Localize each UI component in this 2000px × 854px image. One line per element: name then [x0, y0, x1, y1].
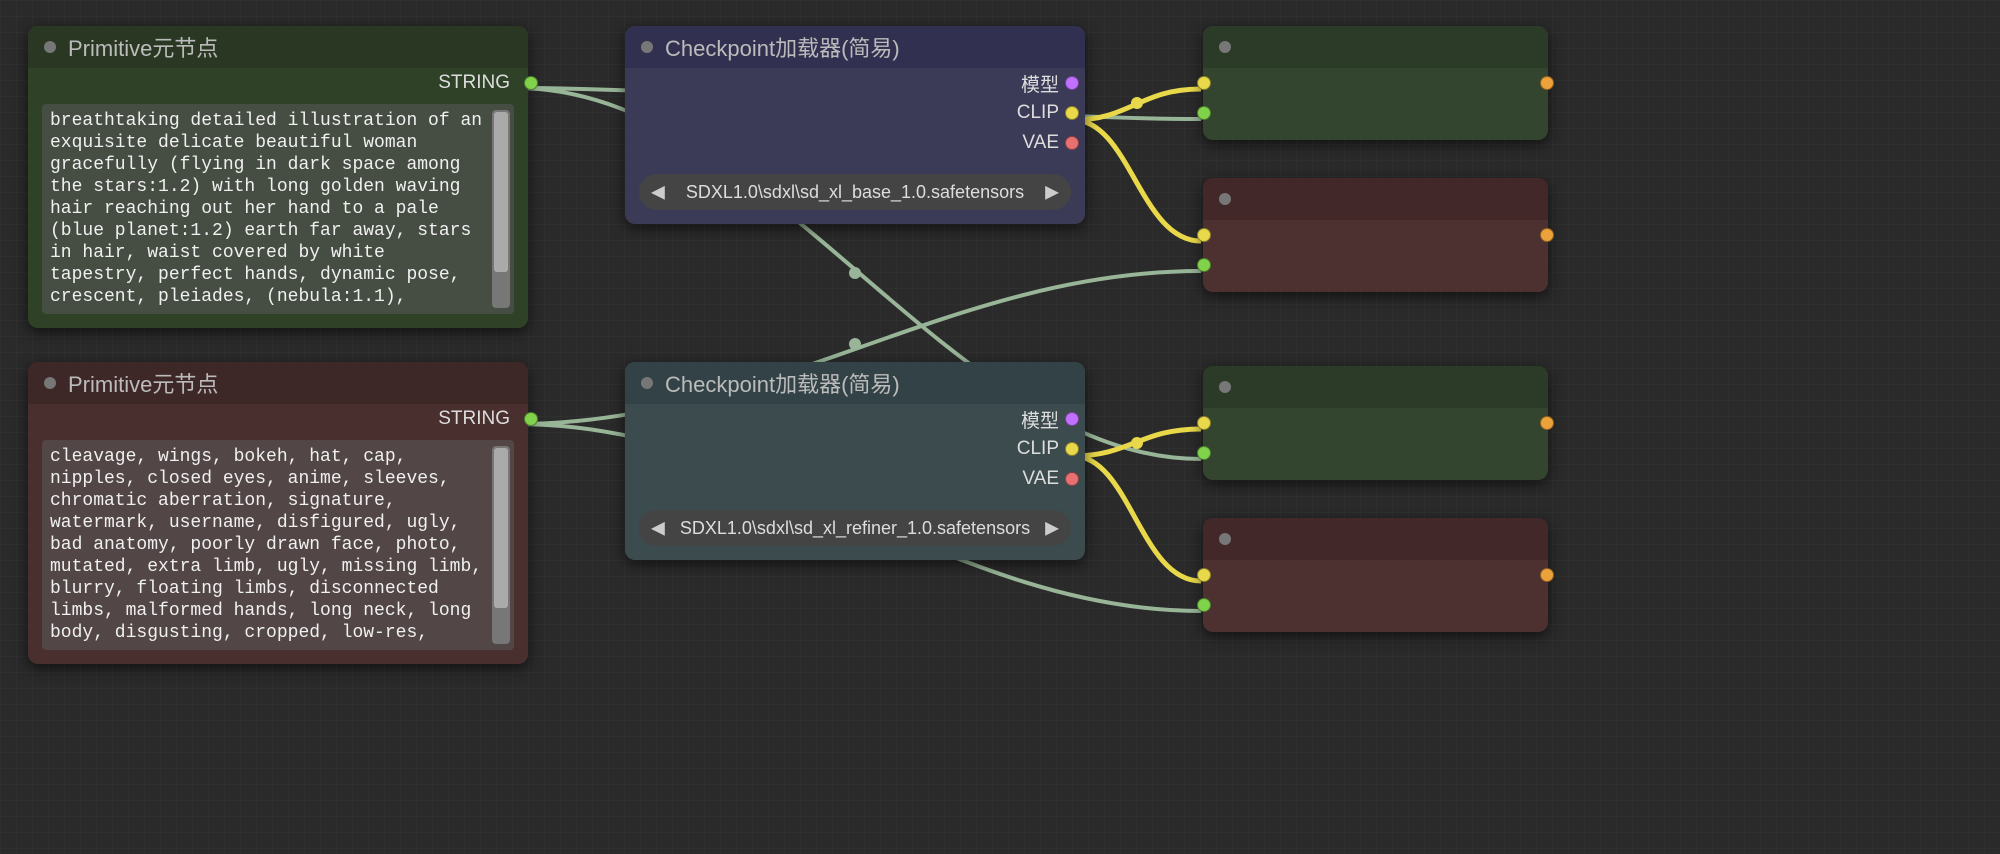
textarea-content[interactable]: cleavage, wings, bokeh, hat, cap, nipple… — [50, 446, 492, 644]
output-port-cond[interactable] — [1540, 416, 1554, 430]
output-port-label: VAE — [1022, 468, 1059, 490]
node-header[interactable] — [1203, 518, 1548, 560]
picker-value: SDXL1.0\sdxl\sd_xl_refiner_1.0.safetenso… — [680, 518, 1030, 539]
output-port-vae[interactable] — [1065, 136, 1079, 150]
node-header[interactable] — [1203, 26, 1548, 68]
node-header[interactable] — [1203, 366, 1548, 408]
chevron-right-icon[interactable]: ▶ — [1045, 182, 1059, 203]
collapse-dot-icon[interactable] — [1219, 41, 1231, 53]
output-port-string[interactable] — [524, 76, 538, 90]
chevron-right-icon[interactable]: ▶ — [1045, 518, 1059, 539]
node-clip-text-encoder-4[interactable] — [1203, 518, 1548, 632]
checkpoint-picker[interactable]: ◀ SDXL1.0\sdxl\sd_xl_refiner_1.0.safeten… — [639, 510, 1071, 546]
chevron-left-icon[interactable]: ◀ — [651, 182, 665, 203]
node-header[interactable]: Checkpoint加载器(简易) — [625, 26, 1085, 68]
node-primitive-negative[interactable]: Primitive元节点 STRING cleavage, wings, bok… — [28, 362, 528, 664]
collapse-dot-icon[interactable] — [641, 377, 653, 389]
output-port-clip[interactable] — [1065, 106, 1079, 120]
node-title: Primitive元节点 — [68, 31, 218, 63]
output-port-label: STRING — [438, 408, 510, 430]
node-header[interactable] — [1203, 178, 1548, 220]
node-title: Checkpoint加载器(简易) — [665, 367, 900, 399]
collapse-dot-icon[interactable] — [44, 41, 56, 53]
node-header[interactable]: Checkpoint加载器(简易) — [625, 362, 1085, 404]
collapse-dot-icon[interactable] — [1219, 533, 1231, 545]
collapse-dot-icon[interactable] — [44, 377, 56, 389]
input-port-clip[interactable] — [1197, 76, 1211, 90]
checkpoint-picker[interactable]: ◀ SDXL1.0\sdxl\sd_xl_base_1.0.safetensor… — [639, 174, 1071, 210]
node-clip-text-encoder-1[interactable] — [1203, 26, 1548, 140]
output-port-label: STRING — [438, 72, 510, 94]
input-port-clip[interactable] — [1197, 416, 1211, 430]
node-title: Checkpoint加载器(简易) — [665, 31, 900, 63]
node-checkpoint-loader-2[interactable]: Checkpoint加载器(简易) 模型 CLIP VAE ◀ SDXL1.0\… — [625, 362, 1085, 560]
collapse-dot-icon[interactable] — [1219, 193, 1231, 205]
output-port-label: 模型 — [1021, 406, 1059, 433]
input-port-text[interactable] — [1197, 258, 1211, 272]
output-port-label: VAE — [1022, 132, 1059, 154]
text-input[interactable]: breathtaking detailed illustration of an… — [42, 104, 514, 314]
input-port-text[interactable] — [1197, 598, 1211, 612]
node-primitive-positive[interactable]: Primitive元节点 STRING breathtaking detaile… — [28, 26, 528, 328]
output-port-label: 模型 — [1021, 70, 1059, 97]
input-port-text[interactable] — [1197, 446, 1211, 460]
collapse-dot-icon[interactable] — [641, 41, 653, 53]
output-port-label: CLIP — [1017, 438, 1059, 460]
output-port-model[interactable] — [1065, 76, 1079, 90]
node-header[interactable]: Primitive元节点 — [28, 26, 528, 68]
node-checkpoint-loader-1[interactable]: Checkpoint加载器(简易) 模型 CLIP VAE ◀ SDXL1.0\… — [625, 26, 1085, 224]
output-port-label: CLIP — [1017, 102, 1059, 124]
scrollbar[interactable] — [492, 446, 510, 644]
scrollbar[interactable] — [492, 110, 510, 308]
textarea-content[interactable]: breathtaking detailed illustration of an… — [50, 110, 492, 308]
node-clip-text-encoder-2[interactable] — [1203, 178, 1548, 292]
output-port-cond[interactable] — [1540, 76, 1554, 90]
collapse-dot-icon[interactable] — [1219, 381, 1231, 393]
input-port-clip[interactable] — [1197, 568, 1211, 582]
chevron-left-icon[interactable]: ◀ — [651, 518, 665, 539]
output-port-string[interactable] — [524, 412, 538, 426]
output-port-vae[interactable] — [1065, 472, 1079, 486]
node-title: Primitive元节点 — [68, 367, 218, 399]
output-port-model[interactable] — [1065, 412, 1079, 426]
input-port-clip[interactable] — [1197, 228, 1211, 242]
text-input[interactable]: cleavage, wings, bokeh, hat, cap, nipple… — [42, 440, 514, 650]
output-port-clip[interactable] — [1065, 442, 1079, 456]
output-port-cond[interactable] — [1540, 568, 1554, 582]
picker-value: SDXL1.0\sdxl\sd_xl_base_1.0.safetensors — [686, 182, 1024, 203]
node-clip-text-encoder-3[interactable] — [1203, 366, 1548, 480]
node-header[interactable]: Primitive元节点 — [28, 362, 528, 404]
output-port-cond[interactable] — [1540, 228, 1554, 242]
input-port-text[interactable] — [1197, 106, 1211, 120]
